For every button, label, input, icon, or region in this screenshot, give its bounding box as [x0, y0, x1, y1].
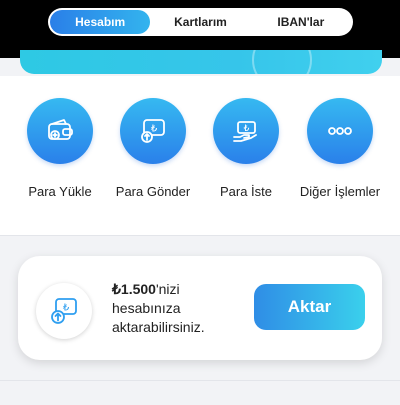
wallet-add-icon[interactable]	[27, 98, 93, 164]
action-label: Para İste	[219, 184, 273, 199]
bottom-divider	[0, 380, 400, 405]
account-segmented-control: Hesabım Kartlarım IBAN'lar	[48, 8, 353, 36]
action-label: Diğer İşlemler	[299, 184, 381, 199]
hand-money-icon[interactable]: ₺	[213, 98, 279, 164]
tab-kartlarim[interactable]: Kartlarım	[150, 10, 250, 34]
transfer-message: ₺1.500'nizi hesabınıza aktarabilirsiniz.	[112, 280, 262, 337]
aktar-button[interactable]: Aktar	[254, 284, 365, 330]
transfer-amount: ₺1.500	[112, 281, 156, 297]
action-diger-islemler[interactable]: Diğer İşlemler	[290, 98, 390, 199]
lira-transfer-icon: ₺	[36, 283, 92, 339]
transfer-message-line2: hesabınıza	[112, 300, 181, 316]
balance-banner-edge	[20, 50, 382, 74]
action-label: Para Gönder	[115, 184, 191, 199]
svg-text:₺: ₺	[63, 303, 70, 314]
action-para-yukle[interactable]: Para Yükle	[10, 98, 110, 199]
transfer-message-line3: aktarabilirsiniz.	[112, 319, 205, 335]
banner-decoration	[252, 50, 312, 74]
tab-hesabim[interactable]: Hesabım	[50, 10, 151, 34]
svg-text:₺: ₺	[151, 124, 158, 135]
lira-send-icon[interactable]: ₺	[120, 98, 186, 164]
quick-actions-panel: Para Yükle ₺ Para Gönder ₺ Para İste Diğ…	[0, 76, 400, 236]
more-dots-icon[interactable]	[307, 98, 373, 164]
action-para-gonder[interactable]: ₺ Para Gönder	[103, 98, 203, 199]
transfer-amount-suffix: 'nizi	[155, 281, 180, 297]
action-para-iste[interactable]: ₺ Para İste	[196, 98, 296, 199]
action-label: Para Yükle	[28, 184, 92, 199]
svg-text:₺: ₺	[244, 124, 250, 134]
tab-ibanlar[interactable]: IBAN'lar	[251, 10, 351, 34]
transfer-card: ₺ ₺1.500'nizi hesabınıza aktarabilirsini…	[18, 256, 382, 360]
transfer-message-line1: ₺1.500'nizi	[112, 280, 262, 299]
